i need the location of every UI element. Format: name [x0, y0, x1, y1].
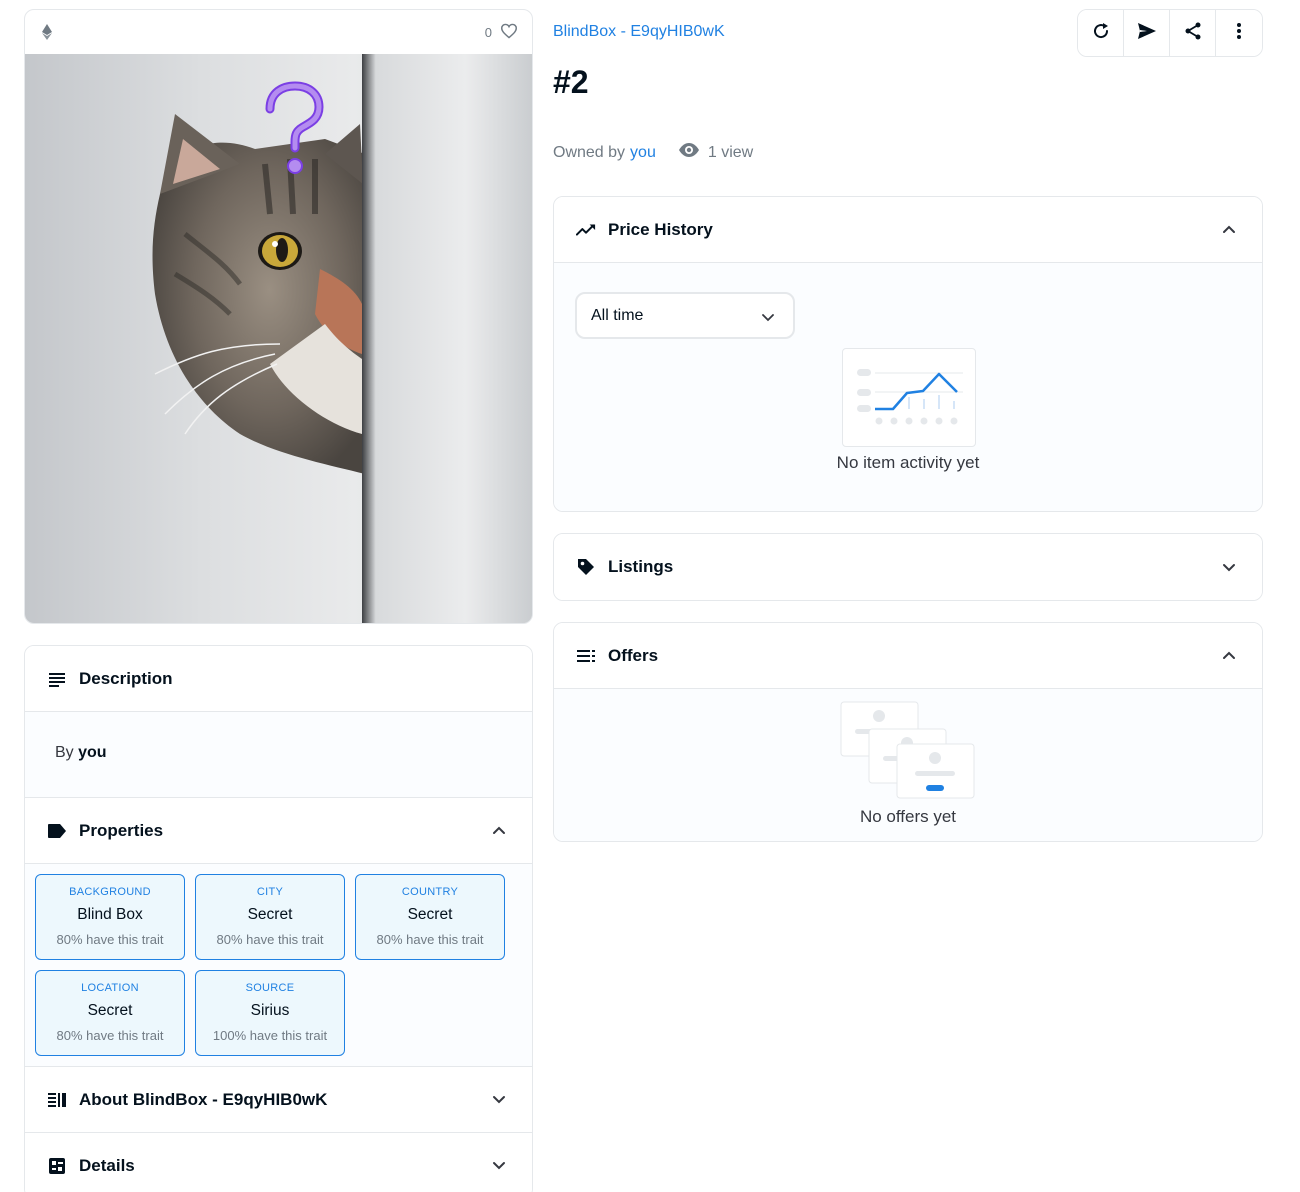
trait-value: Secret	[407, 906, 453, 923]
properties-title: Properties	[79, 820, 164, 840]
creator-prefix: By	[55, 744, 74, 761]
properties-header[interactable]: Properties	[25, 798, 532, 863]
trait-card[interactable]: COUNTRY Secret 80% have this trait	[355, 874, 505, 960]
item-toolbar	[1077, 9, 1263, 57]
offers-title: Offers	[608, 645, 659, 665]
trait-rarity: 80% have this trait	[56, 932, 164, 947]
details-icon	[47, 1156, 67, 1176]
chevron-down-icon[interactable]	[492, 1159, 506, 1173]
trait-value: Secret	[87, 1002, 133, 1019]
description-icon	[47, 669, 67, 689]
refresh-icon	[1092, 22, 1110, 45]
chevron-up-icon[interactable]	[1222, 649, 1236, 663]
details-header[interactable]: Details	[25, 1133, 532, 1192]
favorite-button[interactable]: 0	[485, 23, 518, 42]
time-range-select[interactable]: All time	[575, 292, 795, 339]
trait-type: CITY	[256, 886, 284, 898]
creator-name[interactable]: you	[78, 744, 106, 761]
send-icon	[1137, 22, 1157, 45]
offers-empty: No offers yet	[859, 807, 957, 826]
description-body: By you	[25, 712, 532, 797]
price-history-panel: Price History All time No item activity …	[553, 196, 1263, 512]
offers-header[interactable]: Offers	[554, 623, 1262, 688]
list-icon	[576, 646, 596, 666]
price-history-empty: No item activity yet	[836, 453, 980, 472]
owner-link[interactable]: you	[630, 144, 656, 162]
price-history-body: All time No item activity yet	[554, 263, 1262, 511]
listings-title: Listings	[608, 557, 674, 576]
item-name: #2	[553, 64, 589, 100]
activity-panels: Price History All time No item activity …	[553, 196, 1263, 842]
trait-type: BACKGROUND	[69, 886, 151, 898]
price-history-header[interactable]: Price History	[554, 197, 1262, 262]
empty-chart-illustration	[842, 348, 976, 447]
favorites-count: 0	[484, 24, 492, 40]
media-card: 0	[24, 9, 533, 624]
price-tag-icon	[576, 557, 596, 577]
media-header: 0	[25, 10, 532, 54]
offers-body: No offers yet	[554, 689, 1262, 841]
trait-rarity: 100% have this trait	[212, 1028, 328, 1043]
nft-image[interactable]	[25, 54, 532, 623]
trait-card[interactable]: SOURCE Sirius 100% have this trait	[195, 970, 345, 1056]
transfer-button[interactable]	[1124, 10, 1170, 56]
chevron-up-icon[interactable]	[1222, 223, 1236, 237]
empty-offers-illustration	[840, 701, 975, 799]
left-column: 0 Description By you Properties BACKGROU…	[24, 9, 533, 1192]
offers-panel: Offers No offers yet	[553, 622, 1263, 842]
listings-panel: Listings	[553, 533, 1263, 601]
share-icon	[1184, 22, 1202, 45]
chevron-down-icon[interactable]	[492, 1093, 506, 1107]
tag-icon	[47, 821, 67, 841]
trait-value: Sirius	[250, 1002, 290, 1019]
ethereum-icon	[39, 23, 55, 41]
description-header[interactable]: Description	[25, 646, 532, 711]
owned-by-label: Owned by	[553, 143, 626, 161]
description-panel: Description By you Properties BACKGROUND…	[24, 645, 533, 1192]
trait-rarity: 80% have this trait	[376, 932, 484, 947]
trait-card[interactable]: CITY Secret 80% have this trait	[195, 874, 345, 960]
listings-header[interactable]: Listings	[554, 534, 1262, 600]
refresh-button[interactable]	[1078, 10, 1124, 56]
about-icon	[47, 1090, 67, 1110]
trait-card[interactable]: BACKGROUND Blind Box 80% have this trait	[35, 874, 185, 960]
views-count: 1 view	[678, 142, 753, 163]
trait-rarity: 80% have this trait	[56, 1028, 164, 1043]
description-title: Description	[79, 668, 173, 688]
chevron-down-icon	[761, 309, 775, 327]
properties-grid: BACKGROUND Blind Box 80% have this trait…	[25, 864, 532, 1066]
chevron-down-icon[interactable]	[1222, 560, 1236, 574]
price-history-title: Price History	[608, 219, 713, 239]
heart-icon	[500, 23, 518, 42]
trait-type: LOCATION	[81, 982, 139, 994]
chevron-up-icon[interactable]	[492, 824, 506, 838]
details-title: Details	[79, 1155, 135, 1175]
trait-card[interactable]: LOCATION Secret 80% have this trait	[35, 970, 185, 1056]
trait-rarity: 80% have this trait	[216, 932, 324, 947]
about-title: About BlindBox - E9qyHIB0wK	[79, 1089, 328, 1109]
about-header[interactable]: About BlindBox - E9qyHIB0wK	[25, 1067, 532, 1132]
trait-type: SOURCE	[245, 982, 295, 994]
trait-value: Secret	[247, 906, 293, 923]
trait-value: Blind Box	[77, 906, 143, 923]
owner-row: Owned by you 1 view	[553, 142, 753, 163]
trait-type: COUNTRY	[401, 886, 459, 898]
eye-icon	[678, 142, 708, 163]
trending-icon	[576, 220, 596, 240]
more-button[interactable]	[1216, 10, 1262, 56]
collection-link[interactable]: BlindBox - E9qyHIB0wK	[553, 23, 725, 41]
time-range-value: All time	[591, 306, 644, 324]
views-label: 1 view	[707, 143, 754, 161]
more-vertical-icon	[1236, 22, 1242, 45]
share-button[interactable]	[1170, 10, 1216, 56]
